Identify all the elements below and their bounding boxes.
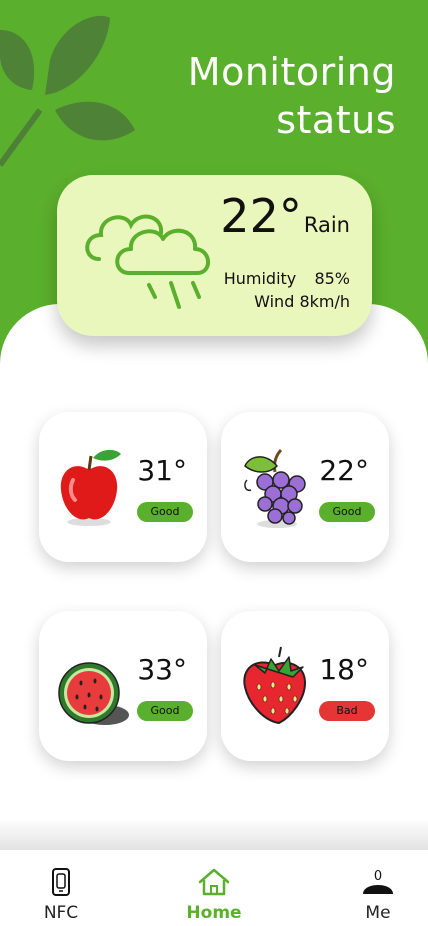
fruit-card-apple[interactable]: 31° Good — [39, 412, 207, 562]
status-badge: Bad — [319, 701, 375, 721]
nfc-phone-icon — [52, 868, 70, 896]
nav-label-nfc: NFC — [43, 903, 79, 923]
user-icon: 0 — [363, 869, 393, 894]
weather-card[interactable]: 22° Rain Humidity 85% Wind 8km/h — [57, 175, 372, 336]
nav-label-me: Me — [365, 903, 391, 923]
nav-label-home: Home — [186, 903, 242, 923]
fruit-card-watermelon[interactable]: 33° Good — [39, 611, 207, 761]
weather-condition: Rain — [303, 213, 350, 237]
watermelon-icon — [58, 662, 129, 725]
status-badge: Good — [137, 502, 193, 522]
nav-item-home[interactable]: Home — [174, 868, 254, 923]
leaf-decoration-icon — [0, 15, 135, 167]
weather-wind: Wind 8km/h — [254, 292, 350, 311]
apple-icon — [60, 449, 121, 526]
cloud-rain-icon — [85, 214, 210, 309]
strawberry-icon — [243, 646, 307, 725]
fruit-card-strawberry[interactable]: 18° Bad — [221, 611, 389, 761]
content-sheet — [0, 304, 428, 864]
status-badge: Good — [137, 701, 193, 721]
fruit-card-grapes[interactable]: 22° Good — [221, 412, 389, 562]
fruit-temperature: 33° — [137, 653, 187, 686]
page-title-line2: status — [276, 98, 396, 142]
fruit-temperature: 31° — [137, 454, 187, 487]
page-title-line1: Monitoring — [187, 50, 396, 94]
home-icon — [198, 868, 230, 896]
weather-temperature-row: 22° Rain — [220, 189, 350, 243]
user-badge: 0 — [374, 869, 382, 884]
fruit-temperature: 18° — [319, 653, 369, 686]
grapes-icon — [244, 448, 306, 528]
weather-temperature: 22° — [220, 189, 302, 243]
fruit-temperature: 22° — [319, 454, 369, 487]
nav-item-me[interactable]: 0 Me — [338, 868, 418, 923]
bottom-nav-shadow — [0, 818, 428, 852]
weather-humidity: Humidity 85% — [223, 269, 350, 288]
bottom-nav: NFC Home 0 Me — [0, 850, 428, 926]
page-title: Monitoring status — [188, 48, 396, 144]
nav-item-nfc[interactable]: NFC — [21, 868, 101, 923]
status-badge: Good — [319, 502, 375, 522]
